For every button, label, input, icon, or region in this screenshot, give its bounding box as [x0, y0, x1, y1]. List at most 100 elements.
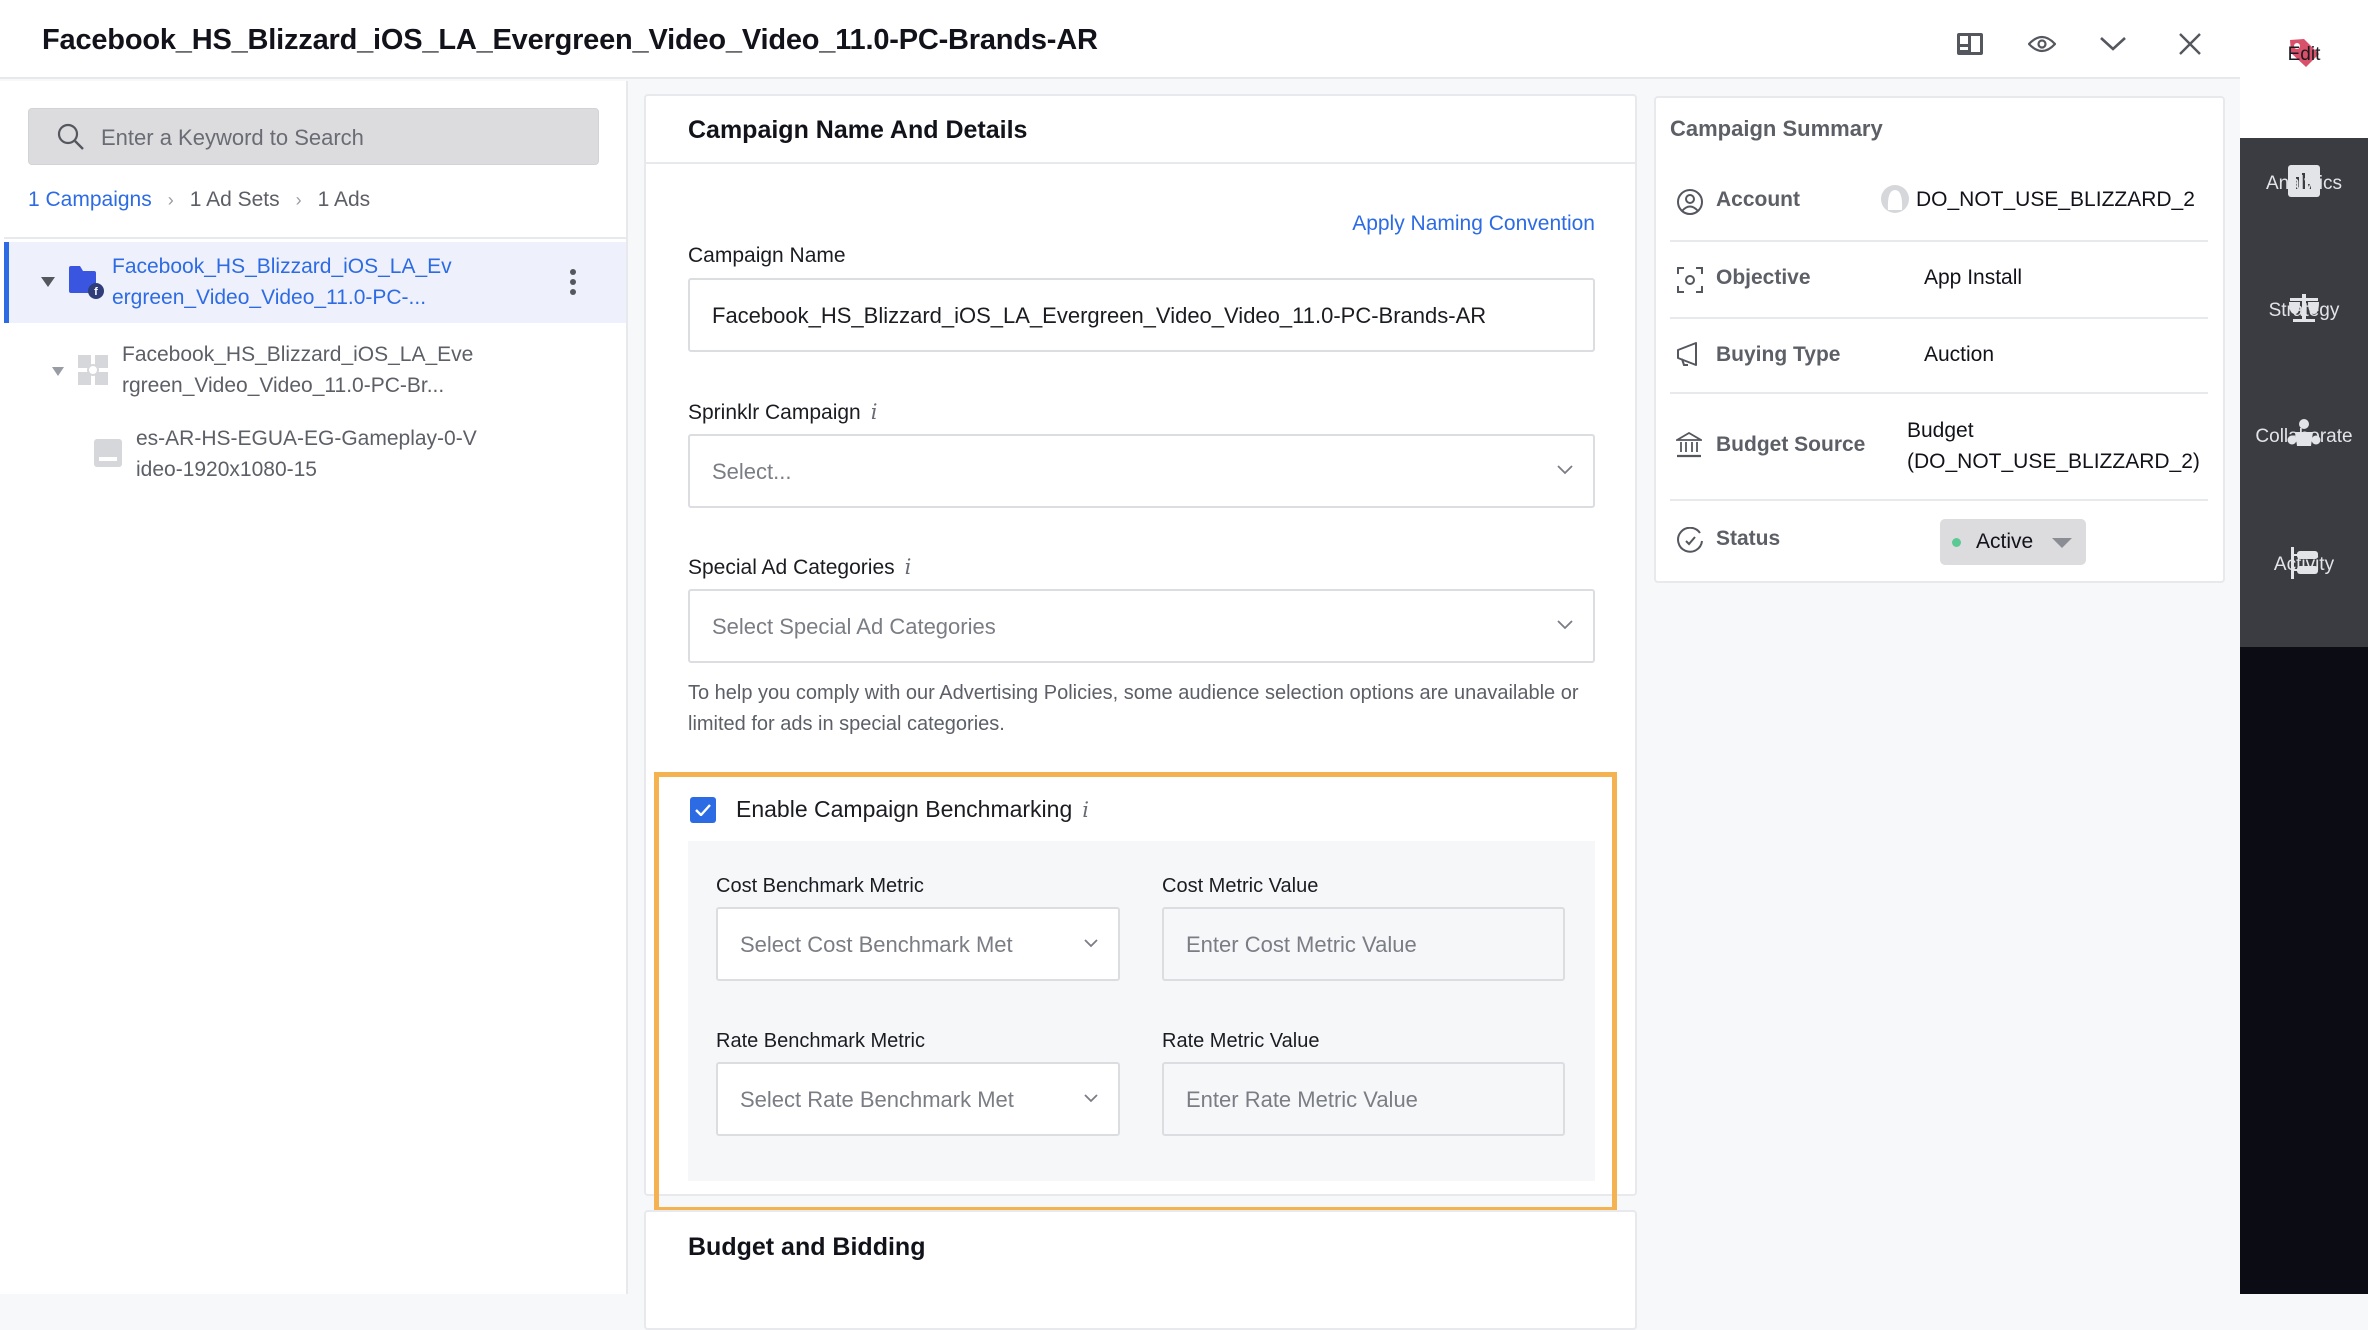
campaign-details-card: Campaign Name And Details Apply Naming C… [644, 94, 1637, 1196]
campaign-name-input[interactable]: Facebook_HS_Blizzard_iOS_LA_Evergreen_Vi… [688, 278, 1595, 352]
summary-value: Auction [1924, 343, 1995, 366]
summary-row-account: Account DO_NOT_USE_BLIZZARD_2 [1670, 164, 2208, 242]
section-title: Budget and Bidding [688, 1233, 926, 1261]
chevron-down-icon [1084, 1090, 1098, 1108]
status-check-icon [1676, 526, 1704, 560]
info-icon[interactable]: i [871, 400, 878, 424]
cost-benchmark-metric-select[interactable]: Select Cost Benchmark Met [716, 907, 1120, 981]
summary-key: Budget Source [1716, 433, 1866, 456]
breadcrumb-ad-sets[interactable]: 1 Ad Sets [190, 188, 280, 212]
page-title: Facebook_HS_Blizzard_iOS_LA_Evergreen_Vi… [42, 24, 1098, 56]
rail-label: Edit [2287, 44, 2321, 65]
left-panel: Enter a Keyword to Search 1 Campaigns › … [0, 81, 628, 1294]
cost-metric-value-input[interactable]: Enter Cost Metric Value [1162, 907, 1565, 981]
chevron-down-icon [1557, 462, 1573, 480]
facebook-folder-icon: f [67, 264, 105, 305]
card-header: Campaign Name And Details [646, 96, 1635, 164]
summary-row-buying-type: Buying Type Auction [1670, 319, 2208, 394]
breadcrumb: 1 Campaigns › 1 Ad Sets › 1 Ads [28, 188, 370, 212]
section-title: Campaign Name And Details [688, 116, 1028, 144]
chevron-down-icon [1084, 935, 1098, 953]
summary-value: Budget (DO_NOT_USE_BLIZZARD_2) [1907, 419, 2200, 473]
status-dot [1952, 538, 1961, 547]
summary-row-objective: Objective App Install [1670, 242, 2208, 319]
rail-label: Activity [2273, 554, 2335, 575]
rail-label: Collaborate [2255, 426, 2353, 447]
campaign-name-value: Facebook_HS_Blizzard_iOS_LA_Evergreen_Vi… [712, 303, 1487, 328]
summary-key: Buying Type [1716, 343, 1841, 366]
status-value: Active [1976, 530, 2034, 553]
special-ad-categories-label: Special Ad Categories i [688, 555, 912, 579]
right-rail: Edit Analytics Strategy Collaborate Acti… [2240, 0, 2368, 1294]
breadcrumb-ads[interactable]: 1 Ads [318, 188, 371, 212]
summary-key: Account [1716, 188, 1800, 211]
summary-row-budget-source: Budget Source Budget (DO_NOT_USE_BLIZZARD… [1670, 394, 2208, 501]
rate-benchmark-metric-label: Rate Benchmark Metric [716, 1030, 925, 1052]
user-circle-icon [1676, 188, 1704, 221]
svg-text:f: f [94, 286, 98, 298]
info-icon[interactable]: i [905, 555, 912, 579]
eye-icon[interactable] [2022, 24, 2062, 64]
sprinklr-campaign-label: Sprinklr Campaign i [688, 400, 878, 424]
enable-benchmarking-label: Enable Campaign Benchmarking i [736, 796, 1089, 822]
summary-key: Objective [1716, 266, 1811, 289]
ad-set-icon [78, 355, 108, 390]
divider [4, 237, 626, 239]
objective-target-icon [1676, 266, 1704, 299]
campaign-summary-card: Campaign Summary Account DO_NOT_USE_BLIZ… [1654, 96, 2225, 583]
cost-benchmark-metric-label: Cost Benchmark Metric [716, 875, 924, 897]
cost-benchmark-metric-placeholder: Select Cost Benchmark Met [740, 932, 1013, 957]
bank-icon [1673, 431, 1705, 463]
rail-item-edit[interactable]: Edit [2240, 36, 2368, 146]
caret-down-icon [2052, 538, 2072, 548]
benchmark-settings: Cost Benchmark Metric Select Cost Benchm… [688, 841, 1595, 1181]
special-categories-help-text: To help you comply with our Advertising … [688, 682, 1579, 735]
info-icon[interactable]: i [1082, 798, 1089, 822]
caret-down-icon[interactable] [41, 274, 55, 292]
megaphone-icon [1676, 341, 1704, 372]
rate-metric-value-label: Rate Metric Value [1162, 1030, 1320, 1052]
apply-naming-convention-link[interactable]: Apply Naming Convention [1352, 212, 1595, 236]
layout-icon[interactable] [1950, 24, 1990, 64]
summary-row-status: Status Active [1670, 501, 2208, 581]
rail-item-activity[interactable]: Activity [2240, 546, 2368, 656]
summary-value: App Install [1924, 266, 2023, 289]
sprinklr-campaign-select[interactable]: Select... [688, 434, 1595, 508]
rail-item-strategy[interactable]: Strategy [2240, 292, 2368, 402]
rail-label: Analytics [2265, 173, 2343, 194]
campaign-name-label: Campaign Name [688, 244, 846, 267]
rate-metric-value-placeholder: Enter Rate Metric Value [1186, 1087, 1418, 1112]
cost-metric-value-placeholder: Enter Cost Metric Value [1186, 932, 1417, 957]
rate-benchmark-metric-select[interactable]: Select Rate Benchmark Met [716, 1062, 1120, 1136]
account-avatar [1880, 184, 1910, 219]
sprinklr-campaign-placeholder: Select... [712, 459, 792, 484]
search-placeholder: Enter a Keyword to Search [101, 125, 364, 150]
rail-item-collaborate[interactable]: Collaborate [2240, 418, 2368, 528]
summary-key: Status [1716, 527, 1781, 550]
enable-benchmarking-checkbox[interactable] [690, 797, 716, 823]
more-vertical-icon[interactable] [569, 268, 577, 301]
tree-item-ad[interactable]: es-AR-HS-EGUA-EG-Gameplay-0-V ideo-1920x1… [4, 419, 626, 489]
header-bar: Facebook_HS_Blizzard_iOS_LA_Evergreen_Vi… [0, 0, 2240, 79]
tree-item-campaign[interactable]: f Facebook_HS_Blizzard_iOS_LA_Ev ergreen_… [4, 242, 626, 323]
rate-benchmark-metric-placeholder: Select Rate Benchmark Met [740, 1087, 1014, 1112]
caret-down-icon[interactable] [52, 363, 64, 381]
tree-item-ad-set[interactable]: Facebook_HS_Blizzard_iOS_LA_Eve rgreen_Vi… [4, 335, 626, 405]
search-input[interactable]: Enter a Keyword to Search [28, 108, 599, 165]
chevron-right-icon: › [295, 189, 302, 210]
chevron-right-icon: › [167, 189, 174, 210]
status-dropdown[interactable]: Active [1940, 519, 2086, 565]
special-ad-categories-placeholder: Select Special Ad Categories [712, 614, 996, 639]
rail-item-analytics[interactable]: Analytics [2240, 165, 2368, 275]
summary-title: Campaign Summary [1670, 116, 1883, 141]
chevron-down-icon[interactable] [2093, 24, 2133, 64]
tree-item-label: es-AR-HS-EGUA-EG-Gameplay-0-V ideo-1920x1… [136, 427, 477, 481]
rate-metric-value-input[interactable]: Enter Rate Metric Value [1162, 1062, 1565, 1136]
tree-item-label: Facebook_HS_Blizzard_iOS_LA_Evergreen_Vi… [112, 255, 452, 309]
special-ad-categories-select[interactable]: Select Special Ad Categories [688, 589, 1595, 663]
breadcrumb-campaigns[interactable]: 1 Campaigns [28, 188, 152, 212]
close-icon[interactable] [2170, 24, 2210, 64]
chevron-down-icon [1557, 617, 1573, 635]
budget-bidding-card: Budget and Bidding [644, 1210, 1637, 1330]
ad-icon [94, 439, 122, 472]
